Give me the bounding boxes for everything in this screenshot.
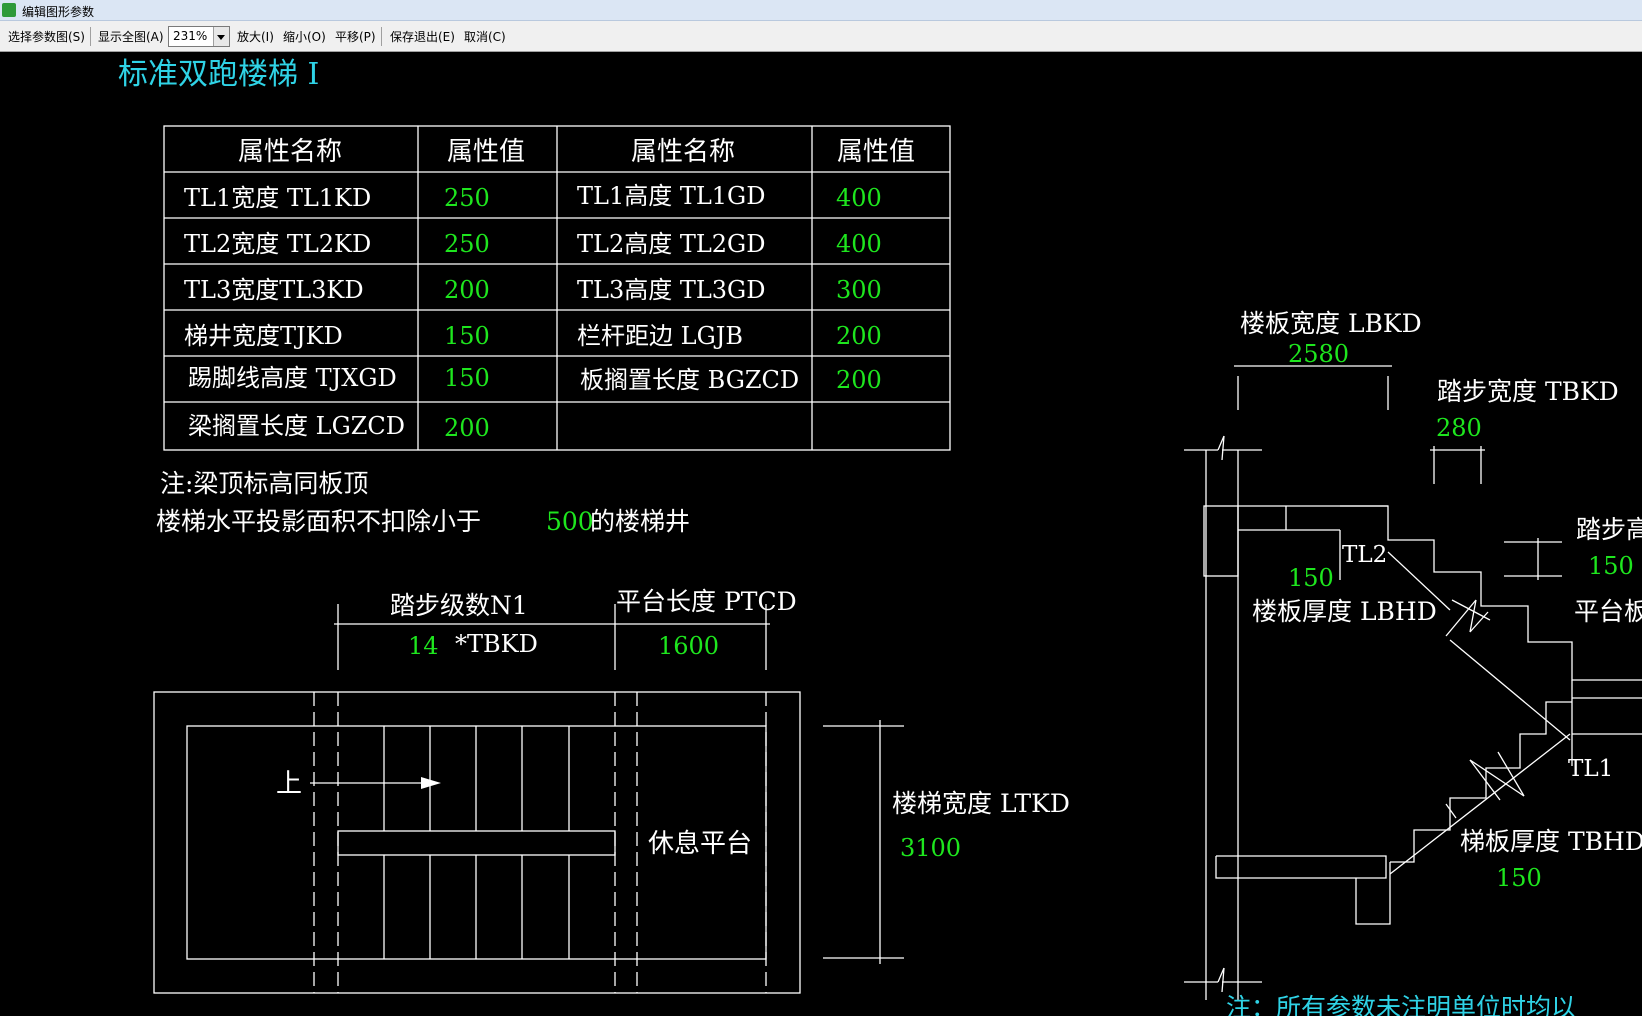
platform-length-label: 平台长度 PTCD [616, 587, 797, 616]
stair-width-label: 楼梯宽度 LTKD [892, 789, 1070, 818]
window-titlebar: 编辑图形参数 [0, 0, 1642, 21]
stair-width-value[interactable]: 3100 [900, 834, 961, 862]
note-area-suffix: 的楼梯井 [590, 507, 690, 536]
note-beam-top: 注:梁顶标高同板顶 [160, 469, 368, 498]
bottom-note: 注：所有参数未注明单位时均以 [1226, 993, 1576, 1016]
zoom-out-button[interactable]: 缩小(O) [283, 28, 326, 45]
table-header: 属性名称 [631, 137, 735, 167]
stair-width-dimension [823, 720, 904, 964]
pan-button[interactable]: 平移(P) [335, 28, 376, 45]
parameter-table: 属性名称 属性值 属性名称 属性值 TL1宽度 TL1KD 250 TL1高度 … [163, 125, 951, 451]
stair-slab-thickness-label: 梯板厚度 TBHD [1460, 827, 1642, 856]
table-cell: 梁搁置长度 LGZCD [188, 412, 405, 440]
app-icon [2, 3, 16, 17]
toolbar-separator [90, 27, 91, 46]
table-value[interactable]: 300 [836, 276, 882, 304]
slab-width-label: 楼板宽度 LBKD [1240, 309, 1422, 338]
tread-width-value[interactable]: 280 [1436, 414, 1482, 442]
up-label: 上 [276, 769, 302, 799]
slab-thickness-value[interactable]: 150 [1288, 564, 1334, 592]
tl1-label: TL1 [1568, 756, 1613, 782]
table-cell: TL3高度 TL3GD [577, 276, 765, 304]
stair-section [1184, 365, 1642, 1000]
chevron-down-icon[interactable] [213, 27, 229, 46]
platform-slab-label: 平台板 [1574, 597, 1642, 626]
toolbar: 选择参数图(S) 显示全图(A) 231% 放大(I) 缩小(O) 平移(P) … [0, 21, 1642, 52]
zoom-select[interactable]: 231% [168, 26, 230, 47]
cancel-button[interactable]: 取消(C) [464, 28, 506, 45]
table-cell: TL1高度 TL1GD [577, 182, 765, 210]
tread-height-label: 踏步高 [1576, 515, 1642, 544]
toolbar-separator [381, 27, 382, 46]
table-cell: TL2高度 TL2GD [577, 230, 765, 258]
slab-width-value[interactable]: 2580 [1288, 340, 1349, 368]
steps-label: 踏步级数N1 [390, 591, 528, 620]
table-value[interactable]: 250 [444, 230, 490, 258]
platform-length-value[interactable]: 1600 [658, 632, 719, 660]
stair-slab-thickness-value[interactable]: 150 [1496, 864, 1542, 892]
steps-value[interactable]: 14 [408, 632, 439, 660]
table-cell: 踢脚线高度 TJXGD [188, 364, 397, 392]
drawing-canvas[interactable]: 标准双跑楼梯 I 属性名称 属性值 属性名称 属性值 TL1宽度 TL1KD 2… [0, 52, 1642, 1016]
table-cell: TL1宽度 TL1KD [184, 184, 371, 212]
table-value[interactable]: 250 [444, 184, 490, 212]
tread-height-value[interactable]: 150 [1588, 552, 1634, 580]
note-area-value[interactable]: 500 [546, 507, 594, 536]
zoom-in-button[interactable]: 放大(I) [237, 28, 274, 45]
up-arrow-icon [421, 777, 441, 789]
table-cell: 板搁置长度 BGZCD [580, 366, 799, 394]
table-cell: TL2宽度 TL2KD [184, 230, 371, 258]
zoom-value: 231% [173, 29, 208, 43]
rest-platform-label: 休息平台 [648, 829, 752, 859]
table-value[interactable]: 200 [836, 366, 882, 394]
table-value[interactable]: 150 [444, 364, 490, 392]
table-cell: TL3宽度TL3KD [184, 276, 364, 304]
steps-unit: *TBKD [455, 630, 538, 658]
table-value[interactable]: 200 [836, 322, 882, 350]
window-title: 编辑图形参数 [22, 5, 95, 19]
drawing-title: 标准双跑楼梯 I [118, 57, 319, 92]
show-all-button[interactable]: 显示全图(A) [98, 28, 164, 45]
table-value[interactable]: 400 [836, 184, 882, 212]
save-exit-button[interactable]: 保存退出(E) [390, 28, 455, 45]
table-header: 属性名称 [238, 137, 342, 167]
table-value[interactable]: 150 [444, 322, 490, 350]
note-area-prefix: 楼梯水平投影面积不扣除小于 [156, 507, 481, 536]
tread-width-label: 踏步宽度 TBKD [1437, 377, 1619, 406]
table-cell: 栏杆距边 LGJB [577, 322, 743, 350]
table-value[interactable]: 200 [444, 414, 490, 442]
table-value[interactable]: 200 [444, 276, 490, 304]
slab-thickness-label: 楼板厚度 LBHD [1252, 597, 1437, 626]
tl2-label: TL2 [1342, 542, 1387, 568]
table-header: 属性值 [447, 137, 525, 167]
table-cell: 梯井宽度TJKD [184, 322, 343, 350]
select-params-button[interactable]: 选择参数图(S) [8, 28, 85, 45]
table-value[interactable]: 400 [836, 230, 882, 258]
table-header: 属性值 [837, 137, 915, 167]
